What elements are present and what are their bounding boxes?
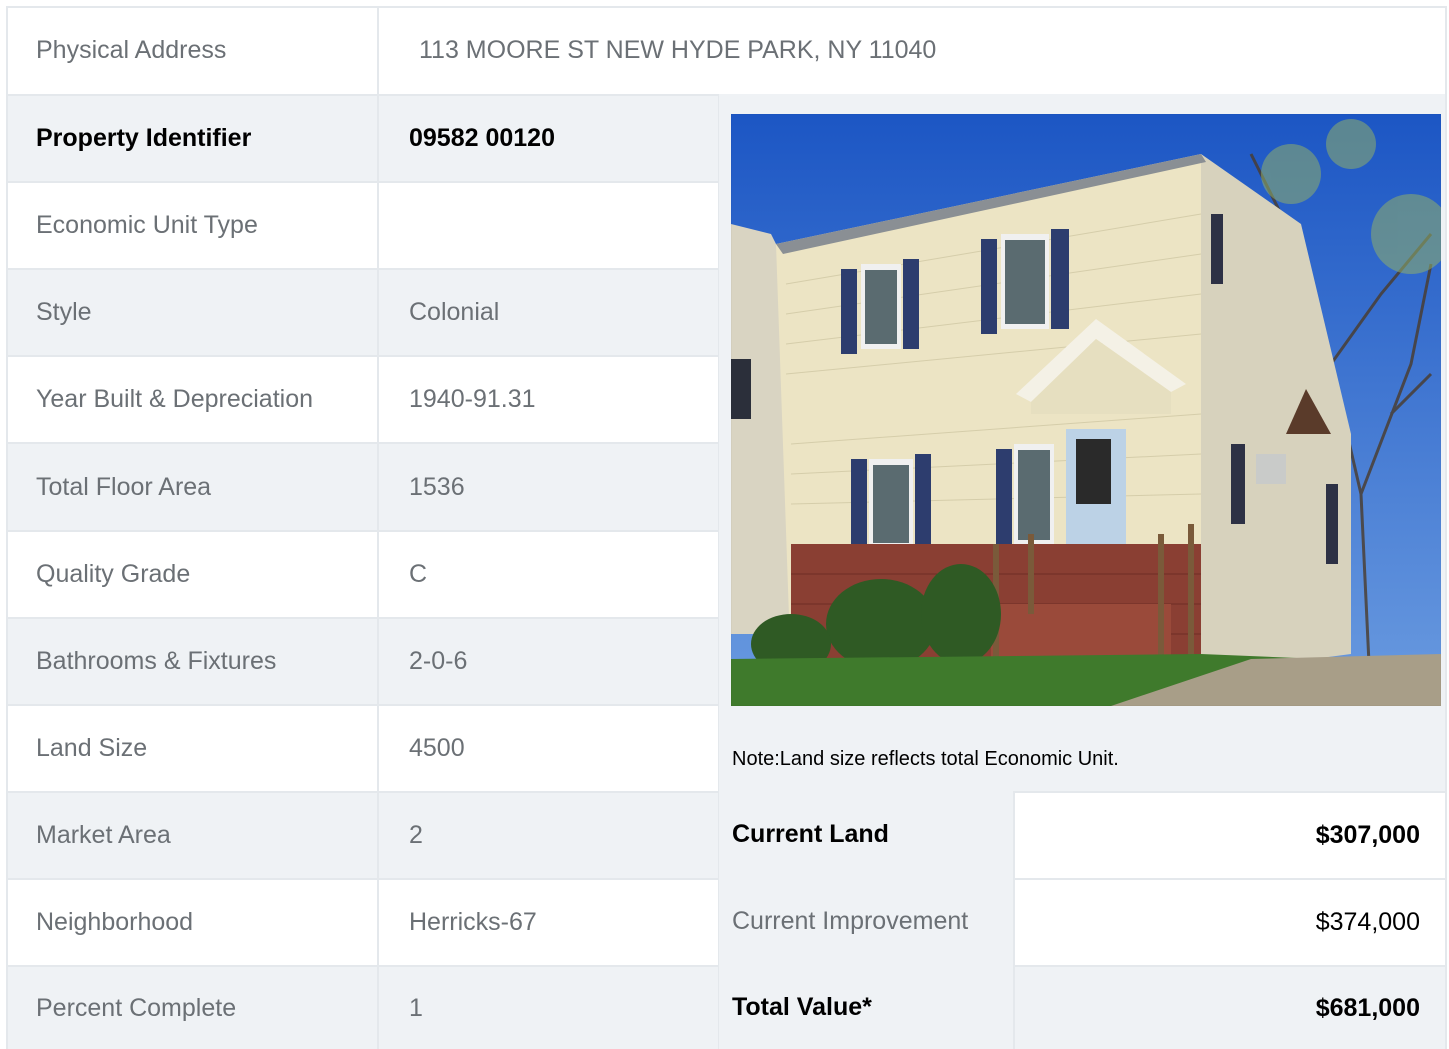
label-text: Economic Unit Type	[36, 211, 258, 239]
value-text: Herricks-67	[409, 908, 537, 936]
label-text: Market Area	[36, 821, 171, 849]
neighborhood-value: Herricks-67	[379, 878, 720, 965]
label-text: Current Improvement	[732, 907, 969, 935]
value-text: $307,000	[1315, 821, 1420, 849]
property-identifier-value: 09582 00120	[379, 94, 720, 181]
current-improvement-label: Current Improvement	[719, 878, 1015, 965]
economic-unit-type-value	[379, 181, 720, 268]
property-identifier-label: Property Identifier	[6, 94, 379, 181]
bathrooms-fixtures-value: 2-0-6	[379, 617, 720, 704]
value-text: Colonial	[409, 298, 500, 326]
style-value: Colonial	[379, 268, 720, 355]
neighborhood-label: Neighborhood	[6, 878, 379, 965]
total-floor-area-label: Total Floor Area	[6, 442, 379, 530]
total-value-value: $681,000	[1015, 965, 1447, 1049]
label-text: Quality Grade	[36, 560, 191, 588]
label-text: Bathrooms & Fixtures	[36, 647, 277, 675]
value-text: $681,000	[1315, 993, 1420, 1022]
value-text: $374,000	[1315, 908, 1420, 936]
address-label: Physical Address	[6, 6, 379, 94]
value-text: 1536	[409, 472, 465, 501]
label-text: Neighborhood	[36, 908, 194, 936]
total-value-label: Total Value*	[719, 965, 1015, 1049]
label-text: Land Size	[36, 734, 148, 762]
quality-grade-value: C	[379, 530, 720, 617]
value-text: C	[409, 560, 428, 588]
bathrooms-fixtures-label: Bathrooms & Fixtures	[6, 617, 379, 704]
value-text: 09582 00120	[409, 124, 555, 152]
address-value: 113 MOORE ST NEW HYDE PARK, NY 11040	[379, 6, 1447, 94]
year-built-label: Year Built & Depreciation	[6, 355, 379, 442]
address-label-text: Physical Address	[36, 35, 227, 64]
current-land-label: Current Land	[719, 791, 1015, 878]
value-text: 2	[409, 821, 423, 849]
land-size-label: Land Size	[6, 704, 379, 791]
value-text: 1	[409, 993, 423, 1022]
label-text: Style	[36, 298, 92, 326]
percent-complete-label: Percent Complete	[6, 965, 379, 1049]
economic-unit-type-label: Economic Unit Type	[6, 181, 379, 268]
label-text: Year Built & Depreciation	[36, 385, 314, 413]
market-area-value: 2	[379, 791, 720, 878]
quality-grade-label: Quality Grade	[6, 530, 379, 617]
current-land-value: $307,000	[1015, 791, 1447, 878]
label-text: Percent Complete	[36, 993, 237, 1022]
label-text: Current Land	[732, 820, 889, 848]
label-text: Property Identifier	[36, 124, 252, 152]
current-improvement-value: $374,000	[1015, 878, 1447, 965]
label-text: Total Floor Area	[36, 472, 212, 501]
value-text: 1940-91.31	[409, 385, 536, 413]
label-text: Total Value*	[732, 992, 872, 1021]
market-area-label: Market Area	[6, 791, 379, 878]
value-text: 2-0-6	[409, 647, 468, 675]
style-label: Style	[6, 268, 379, 355]
land-size-note: Note:Land size reflects total Economic U…	[732, 748, 1119, 770]
address-value-text: 113 MOORE ST NEW HYDE PARK, NY 11040	[419, 35, 937, 64]
total-floor-area-value: 1536	[379, 442, 720, 530]
land-size-value: 4500	[379, 704, 720, 791]
year-built-value: 1940-91.31	[379, 355, 720, 442]
percent-complete-value: 1	[379, 965, 720, 1049]
house-photo[interactable]	[731, 114, 1441, 706]
value-text: 4500	[409, 734, 465, 762]
